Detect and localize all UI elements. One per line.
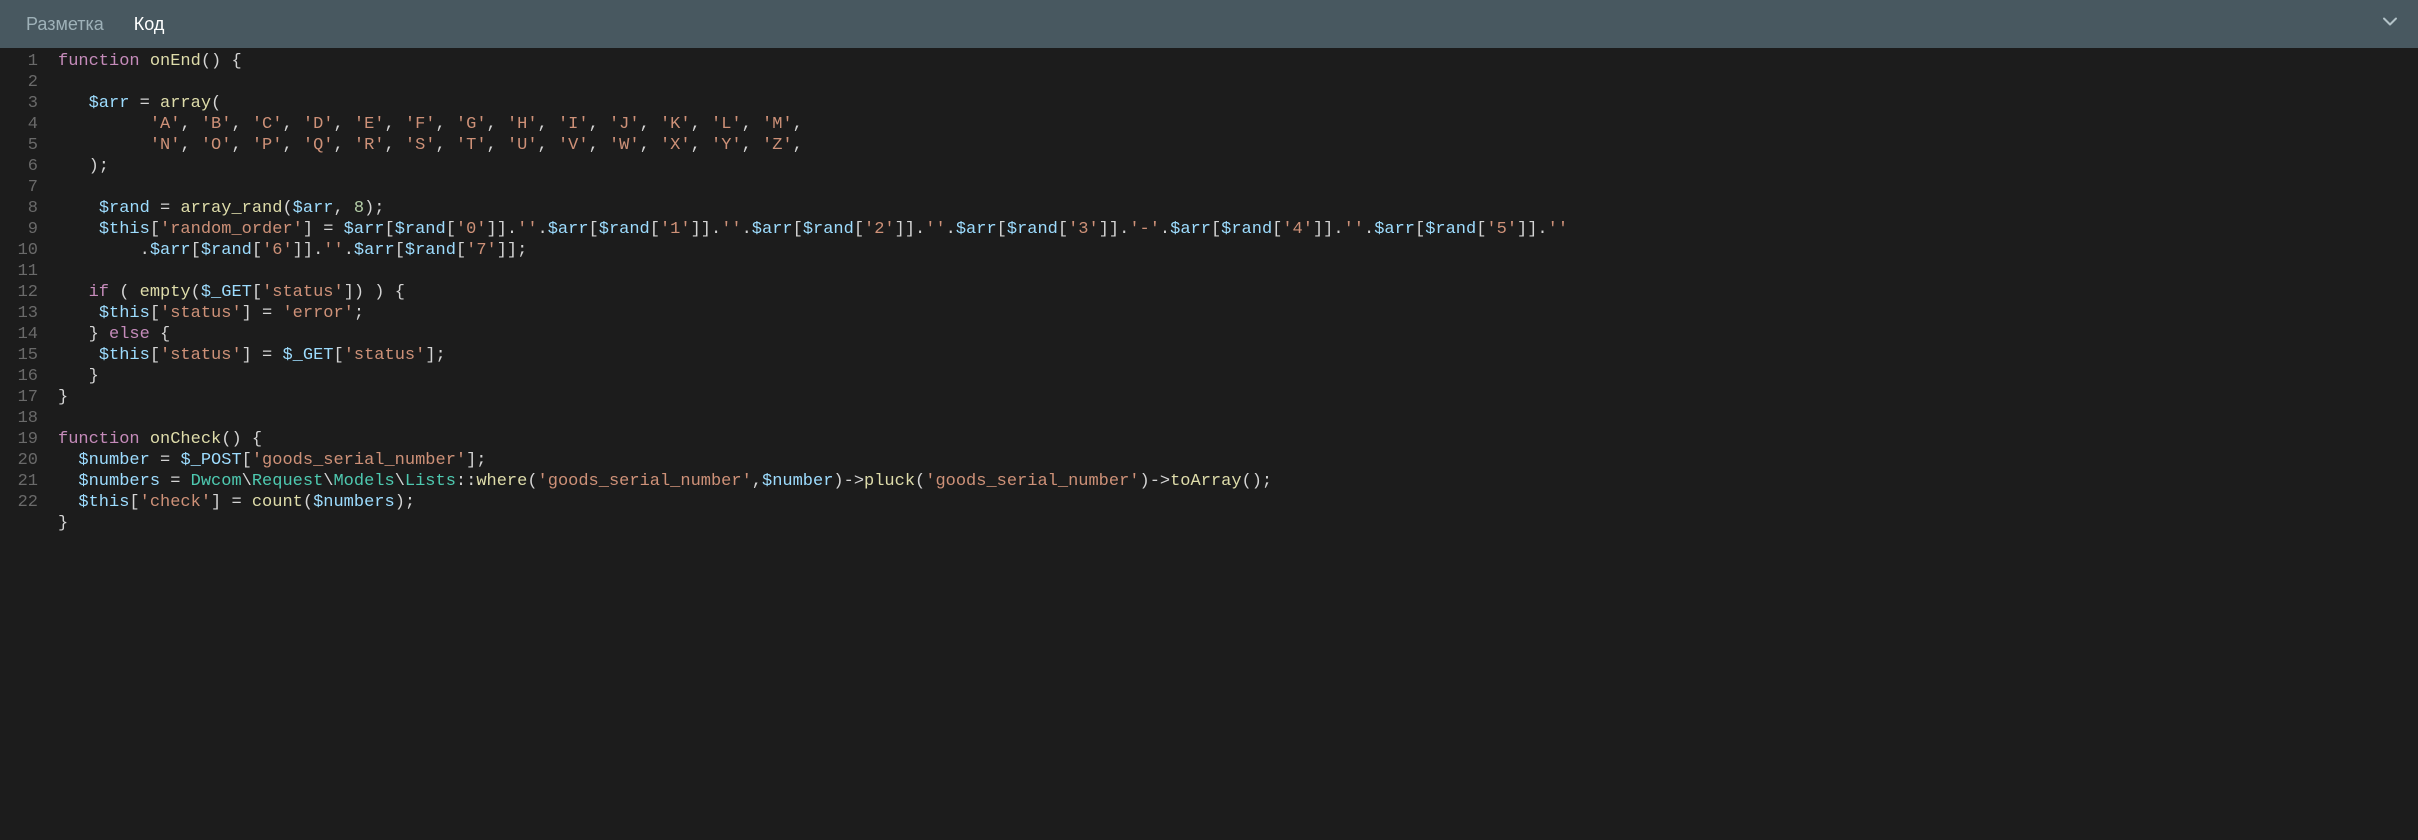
line-gutter: 12345678910111213141516171819202122 [0, 48, 50, 840]
line-number: 1 [6, 48, 38, 72]
code-line[interactable]: $numbers = Dwcom\Request\Models\Lists::w… [58, 471, 2418, 492]
code-line[interactable]: } [58, 387, 2418, 408]
line-number: 18 [6, 408, 38, 429]
code-line[interactable]: $rand = array_rand($arr, 8); [58, 198, 2418, 219]
code-line[interactable]: $number = $_POST['goods_serial_number']; [58, 450, 2418, 471]
line-number: 2 [6, 72, 38, 93]
tab-code[interactable]: Код [134, 14, 165, 35]
chevron-down-icon[interactable] [2380, 12, 2400, 37]
code-line[interactable]: $arr = array( [58, 93, 2418, 114]
line-number: 22 [6, 492, 38, 513]
line-number: 17 [6, 387, 38, 408]
code-line[interactable]: } [58, 513, 2418, 534]
editor-container: Разметка Код 123456789101112131415161718… [0, 0, 2418, 840]
line-number: 14 [6, 324, 38, 345]
line-number: 5 [6, 135, 38, 156]
line-number: 13 [6, 303, 38, 324]
code-line[interactable]: if ( empty($_GET['status']) ) { [58, 282, 2418, 303]
code-line[interactable] [58, 408, 2418, 429]
code-line[interactable]: .$arr[$rand['6']].''.$arr[$rand['7']]; [58, 240, 2418, 261]
code-line[interactable]: function onCheck() { [58, 429, 2418, 450]
line-number: 15 [6, 345, 38, 366]
code-line[interactable]: $this['check'] = count($numbers); [58, 492, 2418, 513]
line-number: 4 [6, 114, 38, 135]
line-number: 11 [6, 261, 38, 282]
code-line[interactable]: ); [58, 156, 2418, 177]
code-line[interactable] [58, 261, 2418, 282]
code-content[interactable]: function onEnd() { $arr = array( 'A', 'B… [50, 48, 2418, 840]
tab-bar: Разметка Код [0, 0, 2418, 48]
code-line[interactable]: } else { [58, 324, 2418, 345]
line-number: 8 [6, 198, 38, 219]
tab-markup[interactable]: Разметка [26, 14, 104, 35]
code-line[interactable] [58, 177, 2418, 198]
line-number: 20 [6, 450, 38, 471]
line-number: 16 [6, 366, 38, 387]
code-line[interactable] [58, 72, 2418, 93]
code-editor[interactable]: 12345678910111213141516171819202122 func… [0, 48, 2418, 840]
code-line[interactable]: function onEnd() { [58, 48, 2418, 72]
line-number: 7 [6, 177, 38, 198]
line-number: 10 [6, 240, 38, 261]
code-line[interactable]: $this['status'] = $_GET['status']; [58, 345, 2418, 366]
line-number: 9 [6, 219, 38, 240]
line-number: 21 [6, 471, 38, 492]
code-line[interactable]: } [58, 366, 2418, 387]
line-number: 12 [6, 282, 38, 303]
line-number: 3 [6, 93, 38, 114]
line-number: 19 [6, 429, 38, 450]
code-line[interactable]: 'A', 'B', 'C', 'D', 'E', 'F', 'G', 'H', … [58, 114, 2418, 135]
line-number: 6 [6, 156, 38, 177]
code-line[interactable]: $this['random_order'] = $arr[$rand['0']]… [58, 219, 2418, 240]
code-line[interactable]: 'N', 'O', 'P', 'Q', 'R', 'S', 'T', 'U', … [58, 135, 2418, 156]
code-line[interactable]: $this['status'] = 'error'; [58, 303, 2418, 324]
